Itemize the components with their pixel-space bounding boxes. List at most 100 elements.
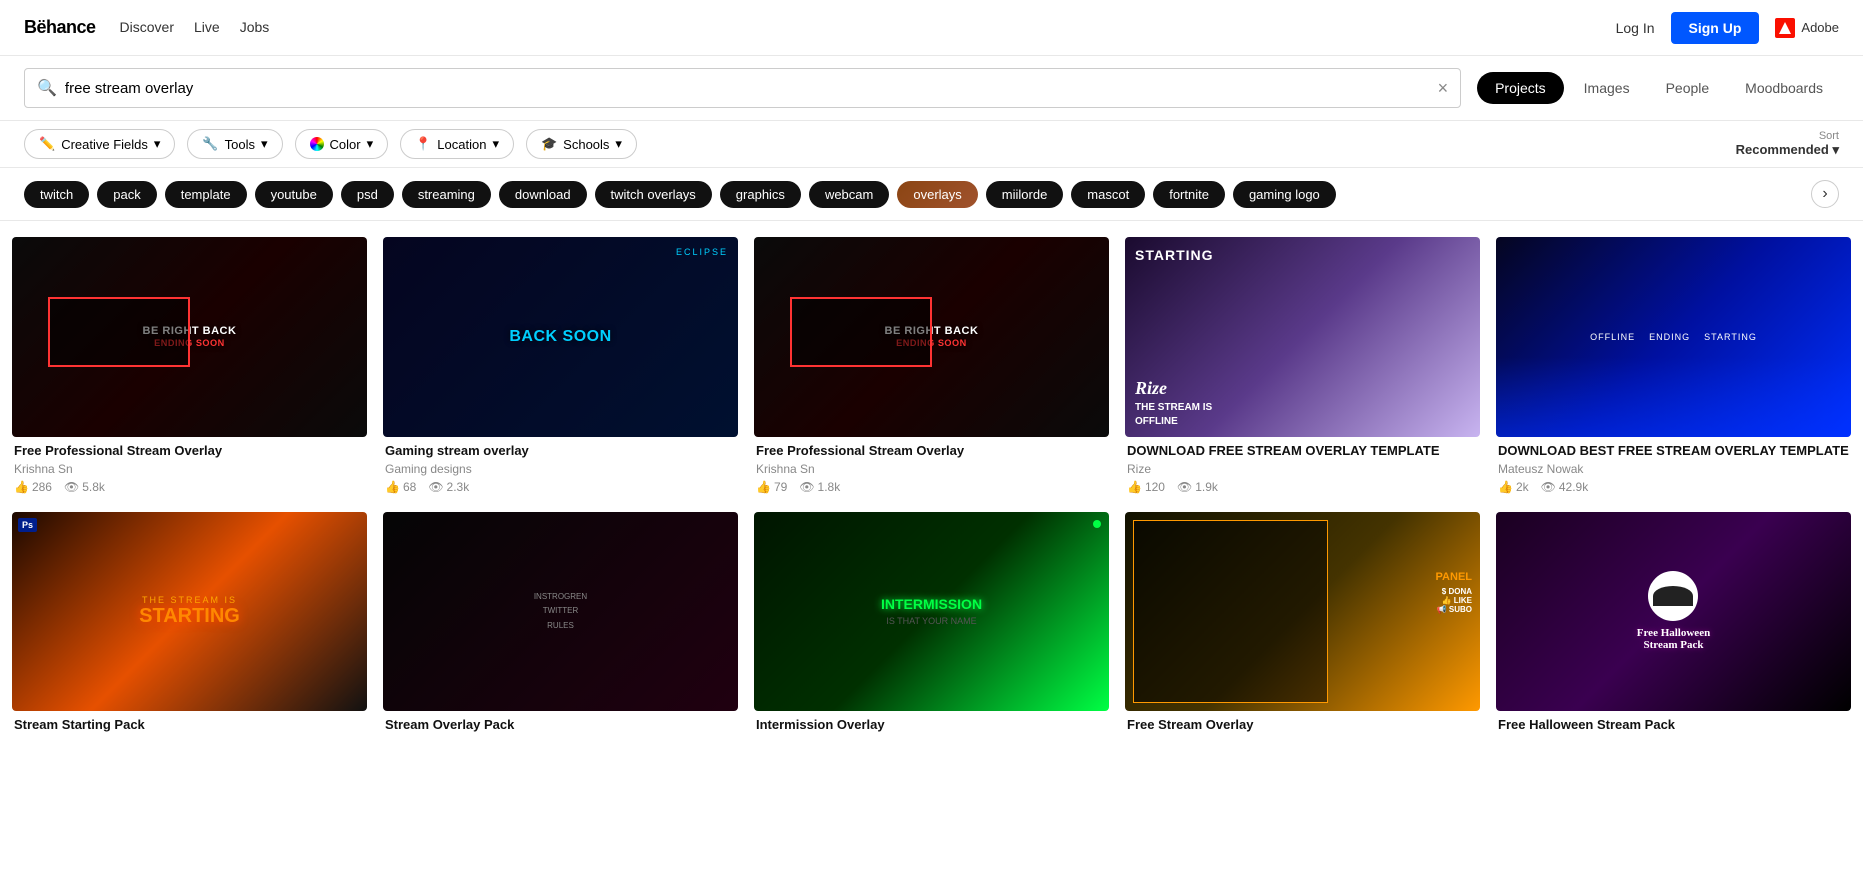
card-8-title: Intermission Overlay <box>756 717 1107 734</box>
card-1-title: Free Professional Stream Overlay <box>14 443 365 460</box>
header-right: Log In Sign Up Adobe <box>1616 12 1839 44</box>
filter-color[interactable]: Color ▾ <box>295 129 389 159</box>
card-9[interactable]: PANEL $ DONA👍 LIKE📢 SUBO Free Stream Ove… <box>1125 512 1480 739</box>
card-10-title: Free Halloween Stream Pack <box>1498 717 1849 734</box>
card-4-stats: 👍 120 👁 1.9k <box>1127 480 1478 494</box>
card-4-title: DOWNLOAD FREE STREAM OVERLAY TEMPLATE <box>1127 443 1478 460</box>
card-1-thumb-inner: BE RIGHT BACKENDING SOON <box>12 237 367 437</box>
card-4-thumbnail: STARTING Rize THE STREAM ISOFFLINE <box>1125 237 1480 437</box>
tag-gaming-logo[interactable]: gaming logo <box>1233 181 1336 208</box>
card-3-info: Free Professional Stream Overlay Krishna… <box>754 437 1109 496</box>
card-2-stats: 👍 68 👁 2.3k <box>385 480 736 494</box>
card-3[interactable]: BE RIGHT BACKENDING SOON Free Profession… <box>754 237 1109 496</box>
clear-search-button[interactable]: × <box>1438 79 1449 97</box>
tag-graphics[interactable]: graphics <box>720 181 801 208</box>
card-4-views: 👁 1.9k <box>1177 480 1218 494</box>
sort-value[interactable]: Recommended ▾ <box>1736 142 1839 158</box>
filter-creative-fields-chevron: ▾ <box>154 136 161 152</box>
card-8[interactable]: INTERMISSION IS THAT YOUR NAME Intermiss… <box>754 512 1109 739</box>
card-3-thumbnail: BE RIGHT BACKENDING SOON <box>754 237 1109 437</box>
filters-area: ✏️ Creative Fields ▾ 🔧 Tools ▾ Color ▾ 📍… <box>0 121 1863 168</box>
card-3-thumb-inner: BE RIGHT BACKENDING SOON <box>754 237 1109 437</box>
location-icon: 📍 <box>415 136 431 152</box>
card-10-thumbnail: Free HalloweenStream Pack <box>1496 512 1851 712</box>
card-7-thumb-inner: INSTROGRENTWITTERRULES <box>383 512 738 712</box>
search-tabs: Projects Images People Moodboards <box>1477 72 1839 104</box>
card-7[interactable]: INSTROGRENTWITTERRULES Stream Overlay Pa… <box>383 512 738 739</box>
tags-next-button[interactable]: › <box>1811 180 1839 208</box>
results-grid: BE RIGHT BACKENDING SOON Free Profession… <box>0 221 1863 770</box>
card-3-likes: 👍 79 <box>756 480 787 494</box>
card-2-likes: 👍 68 <box>385 480 416 494</box>
card-6[interactable]: Ps THE STREAM IS STARTING Stream Startin… <box>12 512 367 739</box>
tag-twitch[interactable]: twitch <box>24 181 89 208</box>
filter-location[interactable]: 📍 Location ▾ <box>400 129 514 159</box>
card-10-info: Free Halloween Stream Pack <box>1496 711 1851 738</box>
tag-webcam[interactable]: webcam <box>809 181 889 208</box>
tag-miilorde[interactable]: miilorde <box>986 181 1064 208</box>
tab-moodboards[interactable]: Moodboards <box>1729 72 1839 104</box>
filter-location-chevron: ▾ <box>492 136 499 152</box>
filter-tools[interactable]: 🔧 Tools ▾ <box>187 129 282 159</box>
card-9-thumb-inner: PANEL $ DONA👍 LIKE📢 SUBO <box>1125 512 1480 712</box>
card-8-info: Intermission Overlay <box>754 711 1109 738</box>
adobe-label: Adobe <box>1801 20 1839 35</box>
tag-streaming[interactable]: streaming <box>402 181 491 208</box>
tag-pack[interactable]: pack <box>97 181 156 208</box>
nav-discover[interactable]: Discover <box>120 19 174 35</box>
creative-fields-icon: ✏️ <box>39 136 55 152</box>
card-5[interactable]: OFFLINE ENDING STARTING DOWNLOAD BEST FR… <box>1496 237 1851 496</box>
tag-template[interactable]: template <box>165 181 247 208</box>
card-4-info: DOWNLOAD FREE STREAM OVERLAY TEMPLATE Ri… <box>1125 437 1480 496</box>
tab-people[interactable]: People <box>1650 72 1726 104</box>
card-2-thumb-inner: BACK SOON ECLIPSE <box>383 237 738 437</box>
card-6-title: Stream Starting Pack <box>14 717 365 734</box>
card-7-thumbnail: INSTROGRENTWITTERRULES <box>383 512 738 712</box>
header: Bëhance Discover Live Jobs Log In Sign U… <box>0 0 1863 56</box>
card-5-thumbnail: OFFLINE ENDING STARTING <box>1496 237 1851 437</box>
filter-creative-fields-label: Creative Fields <box>61 137 148 152</box>
filter-location-label: Location <box>437 137 486 152</box>
filter-schools[interactable]: 🎓 Schools ▾ <box>526 129 637 159</box>
tag-fortnite[interactable]: fortnite <box>1153 181 1225 208</box>
card-10[interactable]: Free HalloweenStream Pack Free Halloween… <box>1496 512 1851 739</box>
signup-button[interactable]: Sign Up <box>1671 12 1760 44</box>
tag-mascot[interactable]: mascot <box>1071 181 1145 208</box>
card-5-info: DOWNLOAD BEST FREE STREAM OVERLAY TEMPLA… <box>1496 437 1851 496</box>
tag-youtube[interactable]: youtube <box>255 181 333 208</box>
tag-overlays[interactable]: overlays <box>897 181 977 208</box>
sort-label: Sort <box>1819 130 1839 142</box>
tag-twitch-overlays[interactable]: twitch overlays <box>595 181 712 208</box>
card-1-stats: 👍 286 👁 5.8k <box>14 480 365 494</box>
search-input[interactable] <box>65 80 1430 97</box>
nav-live[interactable]: Live <box>194 19 220 35</box>
card-2[interactable]: BACK SOON ECLIPSE Gaming stream overlay … <box>383 237 738 496</box>
chevron-right-icon: › <box>1822 185 1827 203</box>
card-1-likes: 👍 286 <box>14 480 52 494</box>
filter-schools-label: Schools <box>563 137 609 152</box>
tab-projects[interactable]: Projects <box>1477 72 1564 104</box>
behance-logo[interactable]: Bëhance <box>24 17 96 38</box>
filter-creative-fields[interactable]: ✏️ Creative Fields ▾ <box>24 129 175 159</box>
tag-download[interactable]: download <box>499 181 587 208</box>
filter-tools-label: Tools <box>225 137 255 152</box>
tab-images[interactable]: Images <box>1568 72 1646 104</box>
card-1-thumbnail: BE RIGHT BACKENDING SOON <box>12 237 367 437</box>
search-icon: 🔍 <box>37 78 57 98</box>
login-button[interactable]: Log In <box>1616 20 1655 36</box>
card-6-info: Stream Starting Pack <box>12 711 367 738</box>
tag-psd[interactable]: psd <box>341 181 394 208</box>
card-1-views: 👁 5.8k <box>64 480 105 494</box>
nav-jobs[interactable]: Jobs <box>240 19 270 35</box>
card-3-stats: 👍 79 👁 1.8k <box>756 480 1107 494</box>
card-4-thumb-inner: STARTING Rize THE STREAM ISOFFLINE <box>1125 237 1480 437</box>
card-2-views: 👁 2.3k <box>428 480 469 494</box>
adobe-icon <box>1775 18 1795 38</box>
card-9-title: Free Stream Overlay <box>1127 717 1478 734</box>
card-4[interactable]: STARTING Rize THE STREAM ISOFFLINE DOWNL… <box>1125 237 1480 496</box>
search-box: 🔍 × <box>24 68 1461 108</box>
card-3-views: 👁 1.8k <box>799 480 840 494</box>
grid-row-2: Ps THE STREAM IS STARTING Stream Startin… <box>12 512 1851 739</box>
card-4-author: Rize <box>1127 462 1478 476</box>
card-1[interactable]: BE RIGHT BACKENDING SOON Free Profession… <box>12 237 367 496</box>
